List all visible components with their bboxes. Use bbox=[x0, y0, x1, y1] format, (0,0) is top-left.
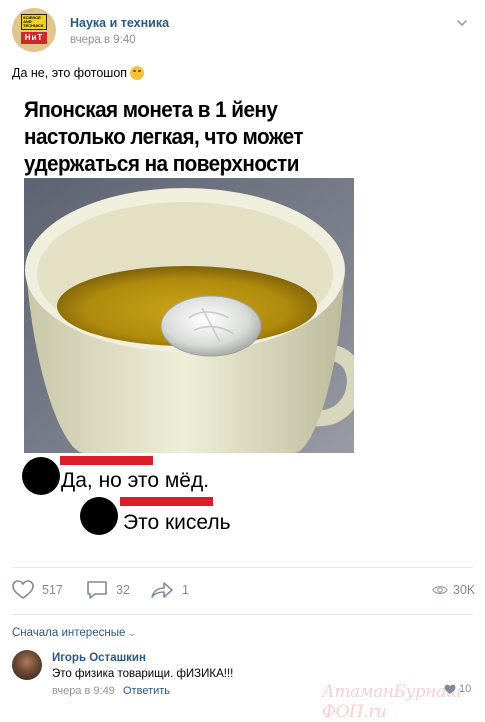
post-text: Да не, это фотошоп bbox=[12, 66, 145, 80]
views-count: 30K bbox=[453, 583, 476, 597]
post-time[interactable]: вчера в 9:40 bbox=[70, 34, 136, 46]
comment-avatar[interactable] bbox=[12, 650, 42, 680]
eye-icon bbox=[432, 585, 448, 595]
heart-icon bbox=[12, 580, 34, 599]
rofl-emoji-icon bbox=[130, 66, 145, 80]
red-strikethrough-line bbox=[120, 497, 213, 506]
comment-author[interactable]: Игорь Осташкин bbox=[52, 652, 146, 664]
comment-count: 32 bbox=[116, 583, 130, 597]
cup-coin-photo[interactable] bbox=[24, 178, 354, 453]
share-count: 1 bbox=[182, 583, 189, 597]
comment-like-count: 10 bbox=[459, 683, 472, 695]
comment-button[interactable]: 32 bbox=[86, 580, 130, 600]
chevron-down-icon: ⌄ bbox=[128, 628, 136, 638]
like-count: 517 bbox=[42, 583, 63, 597]
group-name-link[interactable]: Наука и техника bbox=[70, 16, 169, 30]
meme-reply-2: Это кисель bbox=[123, 511, 231, 534]
chevron-down-icon[interactable] bbox=[455, 16, 469, 30]
comment-reply-button[interactable]: Ответить bbox=[123, 685, 170, 697]
comment-time[interactable]: вчера в 9:49 bbox=[52, 685, 115, 697]
avatar-logo-top: SCIENCE AND TECHNICS bbox=[21, 14, 47, 30]
sort-label-text: Сначала интересные bbox=[12, 627, 126, 639]
red-strikethrough-line bbox=[60, 456, 153, 465]
divider bbox=[12, 567, 473, 568]
comment-icon bbox=[87, 581, 107, 599]
censor-dot bbox=[80, 497, 118, 535]
censor-dot bbox=[22, 457, 60, 495]
comment-like-button[interactable]: 10 bbox=[444, 683, 471, 695]
comment-text: Это физика товарищи. фИЗИКА!!! bbox=[52, 668, 234, 680]
meme-reply-1: Да, но это мёд. bbox=[61, 469, 210, 492]
comments-sort-dropdown[interactable]: Сначала интересные ⌄ bbox=[12, 627, 136, 639]
divider bbox=[12, 614, 473, 615]
avatar-logo-bottom: НиТ bbox=[21, 32, 47, 44]
like-button[interactable]: 517 bbox=[12, 580, 63, 600]
heart-icon bbox=[444, 684, 456, 694]
share-arrow-icon bbox=[151, 582, 173, 598]
post-text-content: Да не, это фотошоп bbox=[12, 66, 128, 80]
share-button[interactable]: 1 bbox=[150, 580, 189, 600]
group-avatar[interactable]: SCIENCE AND TECHNICS НиТ bbox=[12, 8, 56, 52]
views-indicator: 30K bbox=[432, 580, 475, 600]
